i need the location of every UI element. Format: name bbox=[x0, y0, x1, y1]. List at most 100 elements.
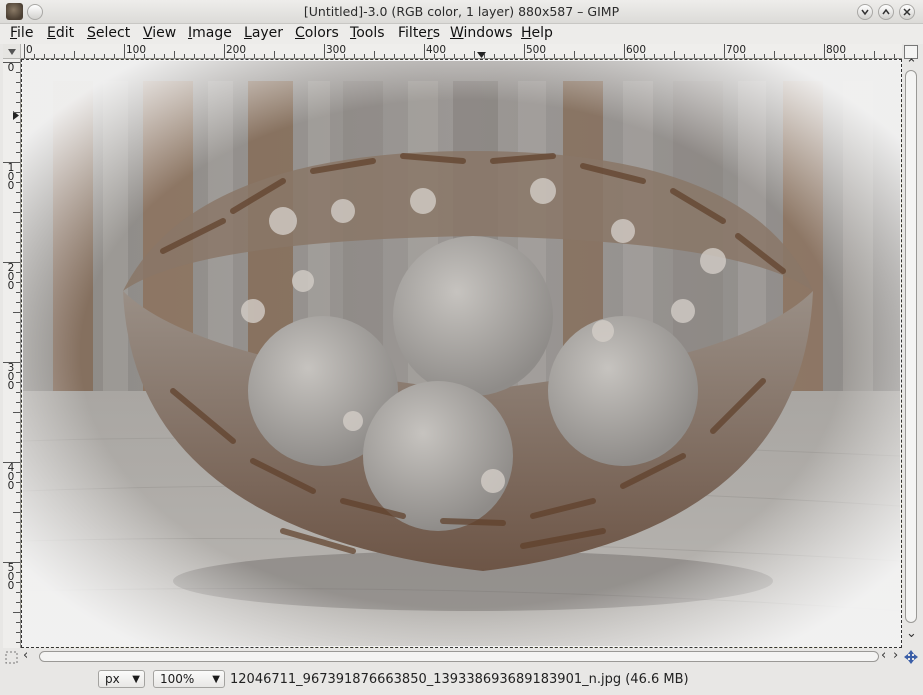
ruler-label: 100 bbox=[7, 162, 15, 192]
ruler-minor-tick bbox=[884, 54, 885, 58]
ruler-minor-tick bbox=[16, 282, 20, 283]
ruler-minor-tick bbox=[16, 602, 20, 603]
close-button[interactable] bbox=[899, 4, 915, 20]
ruler-minor-tick bbox=[16, 332, 20, 333]
scroll-left-arrow-end[interactable]: ‹ bbox=[881, 649, 886, 662]
menu-filters[interactable]: Filters bbox=[398, 25, 440, 41]
ruler-minor-tick bbox=[794, 54, 795, 58]
ruler-minor-tick bbox=[784, 54, 785, 58]
menu-colors[interactable]: Colors bbox=[295, 25, 339, 41]
menu-layer[interactable]: Layer bbox=[244, 25, 283, 41]
minimize-button[interactable] bbox=[857, 4, 873, 20]
ruler-minor-tick bbox=[594, 54, 595, 58]
ruler-minor-tick bbox=[504, 54, 505, 58]
vertical-scrollbar[interactable]: ⌃ ⌄ bbox=[902, 44, 920, 649]
ruler-minor-tick bbox=[16, 392, 20, 393]
ruler-minor-tick bbox=[13, 512, 20, 513]
title-bar: [Untitled]-3.0 (RGB color, 1 layer) 880x… bbox=[0, 0, 923, 24]
scroll-left-arrow[interactable]: ‹ bbox=[23, 649, 28, 662]
ruler-minor-tick bbox=[844, 54, 845, 58]
ruler-minor-tick bbox=[694, 54, 695, 58]
horizontal-scroll-thumb[interactable] bbox=[39, 651, 879, 662]
ruler-minor-tick bbox=[16, 102, 20, 103]
ruler-minor-tick bbox=[104, 54, 105, 58]
ruler-minor-tick bbox=[514, 54, 515, 58]
unit-select[interactable]: px ▼ bbox=[98, 670, 145, 688]
chevron-down-icon bbox=[861, 9, 869, 16]
ruler-minor-tick bbox=[344, 54, 345, 58]
menu-image[interactable]: Image bbox=[188, 25, 232, 41]
ruler-minor-tick bbox=[16, 482, 20, 483]
menu-edit[interactable]: Edit bbox=[47, 25, 74, 41]
image-canvas[interactable] bbox=[21, 59, 902, 648]
zoom-value: 100% bbox=[160, 672, 195, 686]
ruler-minor-tick bbox=[584, 54, 585, 58]
status-bar: px ▼ 100% ▼ 12046711_967391876663850_139… bbox=[0, 665, 923, 695]
ruler-minor-tick bbox=[194, 54, 195, 58]
vertical-ruler[interactable]: 0 100 200 300 400 500 bbox=[3, 59, 21, 648]
ruler-minor-tick bbox=[494, 54, 495, 58]
ruler-minor-tick bbox=[634, 54, 635, 58]
ruler-minor-tick bbox=[16, 622, 20, 623]
menu-select[interactable]: Select bbox=[87, 25, 130, 41]
ruler-minor-tick bbox=[16, 82, 20, 83]
ruler-minor-tick bbox=[304, 54, 305, 58]
ruler-minor-tick bbox=[534, 54, 535, 58]
scroll-right-arrow[interactable]: › bbox=[893, 649, 898, 662]
ruler-minor-tick bbox=[16, 172, 20, 173]
ruler-minor-tick bbox=[16, 352, 20, 353]
ruler-minor-tick bbox=[16, 532, 20, 533]
ruler-minor-tick bbox=[13, 612, 20, 613]
ruler-minor-tick bbox=[764, 54, 765, 58]
ruler-minor-tick bbox=[364, 54, 365, 58]
ruler-minor-tick bbox=[874, 51, 875, 58]
menu-tools[interactable]: Tools bbox=[350, 25, 385, 41]
ruler-minor-tick bbox=[16, 342, 20, 343]
ruler-minor-tick bbox=[674, 51, 675, 58]
ruler-minor-tick bbox=[34, 54, 35, 58]
ruler-minor-tick bbox=[664, 54, 665, 58]
scroll-down-arrow[interactable]: ⌄ bbox=[906, 627, 917, 640]
navigate-icon[interactable] bbox=[904, 650, 918, 664]
ruler-minor-tick bbox=[16, 72, 20, 73]
ruler-label: 200 bbox=[7, 262, 15, 292]
horizontal-ruler[interactable]: 0 100 200 300 400 500 600 700 800 bbox=[21, 44, 902, 59]
ruler-label: 400 bbox=[7, 462, 15, 492]
ruler-minor-tick bbox=[354, 54, 355, 58]
image-menu-icon[interactable] bbox=[7, 47, 17, 56]
ruler-minor-tick bbox=[374, 51, 375, 58]
menu-file[interactable]: File bbox=[10, 25, 33, 41]
ruler-minor-tick bbox=[13, 412, 20, 413]
ruler-minor-tick bbox=[16, 182, 20, 183]
quick-mask-icon[interactable] bbox=[5, 651, 18, 664]
ruler-minor-tick bbox=[264, 54, 265, 58]
ruler-label: 500 bbox=[7, 562, 15, 592]
ruler-minor-tick bbox=[644, 54, 645, 58]
ruler-minor-tick bbox=[384, 54, 385, 58]
maximize-button[interactable] bbox=[878, 4, 894, 20]
chevron-down-icon: ▼ bbox=[212, 674, 220, 685]
ruler-minor-tick bbox=[16, 302, 20, 303]
ruler-major-tick bbox=[24, 44, 25, 58]
vertical-scroll-thumb[interactable] bbox=[905, 70, 917, 623]
ruler-minor-tick bbox=[554, 54, 555, 58]
ruler-minor-tick bbox=[16, 372, 20, 373]
unit-value: px bbox=[105, 672, 120, 686]
ruler-label: 300 bbox=[7, 362, 15, 392]
ruler-major-tick bbox=[524, 44, 525, 58]
menu-windows[interactable]: Windows bbox=[450, 25, 513, 41]
ruler-minor-tick bbox=[16, 142, 20, 143]
canvas-boundary bbox=[21, 59, 902, 648]
ruler-minor-tick bbox=[16, 432, 20, 433]
ruler-minor-tick bbox=[774, 51, 775, 58]
menu-help[interactable]: Help bbox=[521, 25, 553, 41]
ruler-major-tick bbox=[424, 44, 425, 58]
horizontal-scrollbar[interactable]: ‹ ‹ › bbox=[3, 649, 920, 665]
window-title: [Untitled]-3.0 (RGB color, 1 layer) 880x… bbox=[303, 4, 620, 19]
ruler-minor-tick bbox=[94, 54, 95, 58]
ruler-minor-tick bbox=[404, 54, 405, 58]
ruler-minor-tick bbox=[114, 54, 115, 58]
zoom-select[interactable]: 100% ▼ bbox=[153, 670, 225, 688]
ruler-minor-tick bbox=[704, 54, 705, 58]
menu-view[interactable]: View bbox=[143, 25, 176, 41]
